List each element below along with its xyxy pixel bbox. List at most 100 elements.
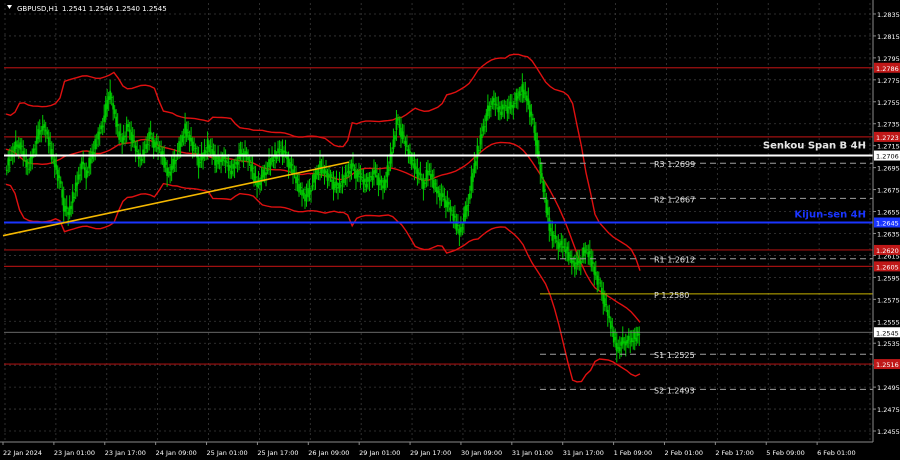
candle-body <box>588 251 591 255</box>
candle-body <box>311 185 314 187</box>
candle-body <box>202 156 204 159</box>
time-tick-label: 30 Jan 09:00 <box>461 449 502 457</box>
candle-body <box>101 125 104 128</box>
candle-body <box>317 172 320 174</box>
candle-body <box>480 134 483 138</box>
candle-body <box>98 131 101 135</box>
symbol-header: GBPUSD,H1 <box>17 5 58 13</box>
candle-body <box>124 135 127 137</box>
time-tick-label: 31 Jan 17:00 <box>563 449 604 457</box>
candle-body <box>346 175 348 177</box>
ohlc-readout: 1.2541 1.2546 1.2540 1.2545 <box>62 5 167 13</box>
price-tick-label: 1.2695 <box>877 165 900 173</box>
candle-body <box>443 198 446 201</box>
candle-body <box>398 124 401 128</box>
candle-body <box>95 144 98 146</box>
candle-body <box>208 144 210 153</box>
price-tick-label: 1.2815 <box>877 33 900 41</box>
candle-body <box>599 282 602 284</box>
candle-body <box>296 178 299 181</box>
candle-body <box>259 181 261 186</box>
time-tick-label: 6 Feb 01:00 <box>817 449 856 457</box>
candle-body <box>28 168 31 170</box>
candle-body <box>605 304 608 306</box>
candle-body <box>292 169 294 174</box>
time-tick-label: 1 Feb 09:00 <box>614 449 653 457</box>
price-chart[interactable]: Kijun-sen 4H Senkou Span B 4H R3 1.2699 R2 … <box>0 0 900 460</box>
candle-body <box>164 162 167 165</box>
candle-body <box>169 171 172 176</box>
candle-body <box>524 92 527 94</box>
candle-body <box>247 157 249 160</box>
candle-body <box>335 181 338 186</box>
candle-body <box>58 175 61 179</box>
axis-price-badge-label: 1.2645 <box>876 220 899 228</box>
axis-price-badge-label: 1.2516 <box>876 361 899 369</box>
candle-body <box>94 139 97 150</box>
candle-body <box>364 178 366 182</box>
candle-body <box>190 137 193 142</box>
candle-body <box>34 148 37 150</box>
candle-body <box>286 156 288 160</box>
candle-body <box>59 180 62 184</box>
pivot-label-s2: S2 1.2493 <box>654 386 695 395</box>
candle-body <box>527 98 530 106</box>
candle-body <box>501 104 504 110</box>
candle-body <box>161 151 164 155</box>
candle-body <box>185 129 188 138</box>
candle-body <box>608 315 611 319</box>
candle-body <box>394 135 396 140</box>
candle-body <box>277 148 279 154</box>
candle-body <box>280 148 282 151</box>
candle-body <box>46 131 49 135</box>
candle-body <box>271 157 273 163</box>
candle-body <box>540 173 543 179</box>
candle-body <box>492 98 495 103</box>
candle-body <box>113 109 116 115</box>
candle-body <box>86 171 89 174</box>
candle-body <box>209 146 212 148</box>
time-tick-label: 22 Jan 2024 <box>3 449 42 457</box>
candle-body <box>118 131 121 140</box>
candle-body <box>621 337 624 345</box>
candle-body <box>79 174 82 176</box>
price-tick-label: 1.2835 <box>877 11 900 19</box>
candle-body <box>539 162 542 174</box>
candle-body <box>397 118 399 121</box>
candle-body <box>7 158 10 166</box>
candle-body <box>386 165 389 177</box>
time-tick-label: 29 Jan 01:00 <box>359 449 400 457</box>
candle-body <box>448 202 450 205</box>
price-tick-label: 1.2755 <box>877 99 900 107</box>
candle-body <box>615 342 618 352</box>
price-tick-label: 1.2455 <box>877 428 900 436</box>
candle-body <box>329 174 332 178</box>
time-tick-label: 31 Jan 01:00 <box>512 449 553 457</box>
candle-body <box>194 147 197 149</box>
candle-body <box>600 287 603 294</box>
candle-body <box>155 141 158 145</box>
candle-body <box>560 240 563 245</box>
candle-body <box>310 189 312 192</box>
candle-body <box>245 151 248 155</box>
candle-body <box>465 205 468 212</box>
price-tick-label: 1.2635 <box>877 230 900 238</box>
price-tick-label: 1.2655 <box>877 209 900 217</box>
candle-body <box>416 169 419 178</box>
candle-body <box>522 89 525 99</box>
candle-body <box>55 164 58 170</box>
candle-body <box>483 126 486 128</box>
candle-body <box>49 143 52 145</box>
candle-body <box>134 145 137 152</box>
candle-body <box>428 170 431 172</box>
candle-body <box>412 159 414 161</box>
price-tick-label: 1.2575 <box>877 296 900 304</box>
candle-body <box>549 227 552 232</box>
candle-body <box>61 189 64 198</box>
senkou-span-b-label: Senkou Span B 4H <box>763 141 866 152</box>
candle-body <box>302 192 305 195</box>
candle-body <box>489 105 492 107</box>
candle-body <box>44 129 47 132</box>
candle-body <box>569 255 572 257</box>
chart-background <box>0 0 900 460</box>
